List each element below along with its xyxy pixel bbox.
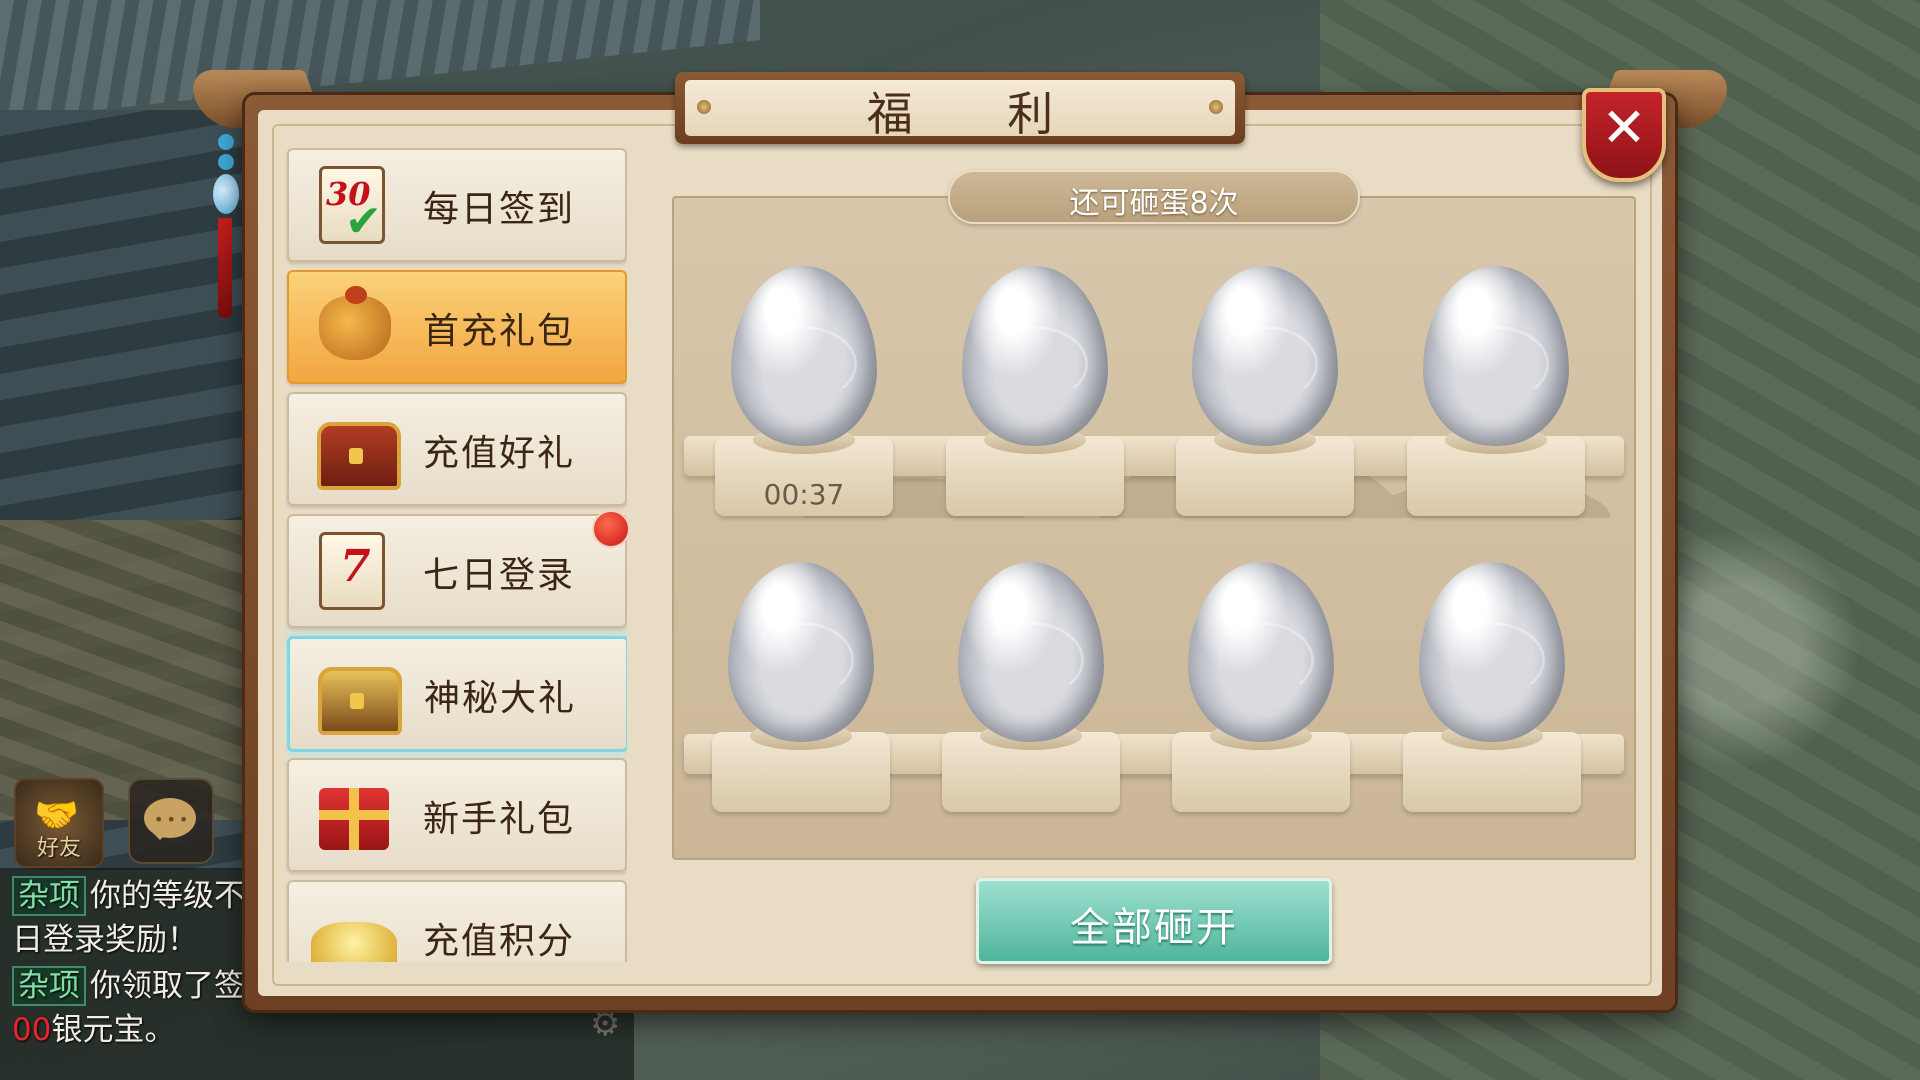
menu-item-label: 充值好礼 — [423, 433, 576, 474]
chat-line: 杂项 你领取了签 — [12, 960, 245, 1006]
menu-item-label: 新手礼包 — [423, 799, 576, 840]
calendar-30-check-icon: 30 ✔ — [305, 160, 397, 248]
chat-line: 00银元宝。 — [12, 1012, 176, 1048]
calendar-7-icon: 7 — [305, 526, 397, 614]
silver-egg[interactable] — [958, 562, 1104, 742]
welfare-menu: 30 ✔ 每日签到 首充礼包 充值好礼 7 七日登录 神秘大礼 新手礼包 充值积… — [285, 148, 627, 962]
smash-all-label: 全部砸开 — [1070, 905, 1238, 951]
silver-egg[interactable] — [1423, 266, 1569, 446]
menu-item-seven-day-login[interactable]: 7 七日登录 — [287, 514, 627, 628]
menu-item-label: 每日签到 — [423, 189, 576, 230]
chat-button[interactable]: ••• — [128, 778, 214, 864]
gold-pile-icon — [305, 892, 397, 962]
egg-timer: 00:37 — [763, 478, 845, 511]
gold-bag-icon — [305, 282, 397, 370]
chat-tag: 杂项 — [12, 966, 86, 1006]
menu-item-label: 首充礼包 — [423, 311, 576, 352]
silver-egg[interactable] — [728, 562, 874, 742]
open-treasure-chest-icon — [306, 649, 402, 737]
chat-line: 日登录奖励！ — [12, 922, 198, 958]
menu-item-mystery-gift[interactable]: 神秘大礼 — [287, 636, 627, 752]
jade-tassel-ornament — [213, 130, 239, 340]
egg-slot[interactable] — [1397, 562, 1587, 832]
egg-display-area: 00:37 — [672, 196, 1636, 860]
menu-item-recharge-gift[interactable]: 充值好礼 — [287, 392, 627, 506]
gear-icon[interactable]: ⚙ — [590, 1004, 620, 1044]
smash-all-button[interactable]: 全部砸开 — [976, 878, 1332, 964]
egg-slot[interactable] — [940, 266, 1130, 536]
chat-tag: 杂项 — [12, 876, 86, 916]
menu-item-first-recharge[interactable]: 首充礼包 — [287, 270, 627, 384]
menu-item-newbie-gift[interactable]: 新手礼包 — [287, 758, 627, 872]
silver-egg[interactable] — [1192, 266, 1338, 446]
silver-egg[interactable] — [1188, 562, 1334, 742]
menu-item-label: 充值积分 — [423, 921, 576, 962]
silver-egg[interactable] — [962, 266, 1108, 446]
close-icon: ✕ — [1601, 96, 1647, 159]
menu-item-daily-checkin[interactable]: 30 ✔ 每日签到 — [287, 148, 627, 262]
title-plate: 福 利 — [675, 72, 1245, 144]
wooden-deck — [0, 520, 250, 820]
remaining-smashes-banner: 还可砸蛋8次 — [948, 170, 1360, 224]
friends-button[interactable]: 🤝 好友 — [14, 778, 104, 868]
egg-slot[interactable] — [1401, 266, 1591, 536]
remaining-smashes-text: 还可砸蛋8次 — [1069, 186, 1239, 221]
notification-dot — [592, 510, 630, 548]
chat-line: 杂项 你的等级不 — [12, 870, 245, 916]
treasure-chest-icon — [305, 404, 401, 492]
menu-item-recharge-points[interactable]: 充值积分 — [287, 880, 627, 962]
menu-item-label: 七日登录 — [423, 555, 576, 596]
menu-item-label: 神秘大礼 — [424, 678, 577, 719]
egg-slot[interactable] — [1166, 562, 1356, 832]
egg-slot[interactable] — [936, 562, 1126, 832]
close-button[interactable]: ✕ — [1582, 88, 1666, 182]
silver-egg[interactable] — [731, 266, 877, 446]
egg-slot[interactable] — [706, 562, 896, 832]
egg-slot[interactable]: 00:37 — [709, 266, 899, 536]
silver-egg[interactable] — [1419, 562, 1565, 742]
friends-label: 好友 — [36, 836, 81, 861]
window-title: 福 利 — [866, 87, 1094, 141]
egg-slot[interactable] — [1170, 266, 1360, 536]
gift-box-icon — [305, 770, 397, 858]
